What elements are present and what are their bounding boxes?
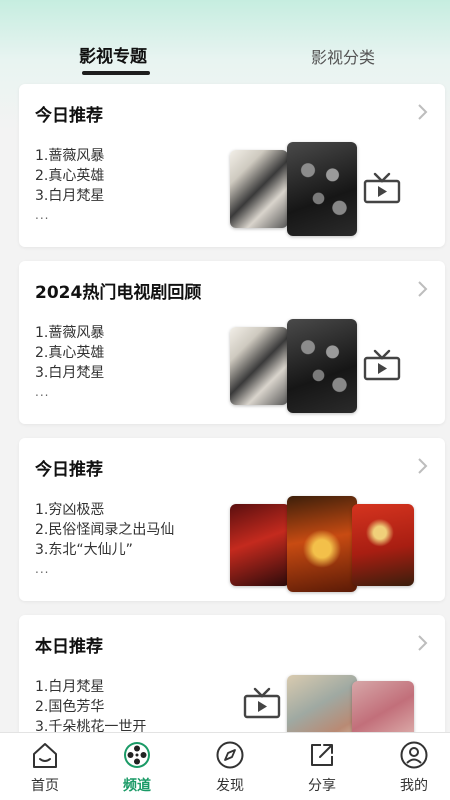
chevron-right-icon[interactable]: [415, 279, 431, 299]
poster-thumbnail[interactable]: [230, 504, 290, 586]
topic-card[interactable]: 今日推荐 1.蔷薇风暴 2.真心英雄 3.白月梵星 ...: [19, 84, 445, 247]
nav-label: 频道: [123, 778, 151, 794]
nav-item-discover[interactable]: 发现: [190, 733, 270, 800]
card-item-list: 1.蔷薇风暴 2.真心英雄 3.白月梵星 ...: [35, 323, 104, 401]
tv-icon: [363, 172, 401, 204]
share-icon: [311, 744, 333, 766]
card-item-list: 1.穷凶极恶 2.民俗怪闻录之出马仙 3.东北“大仙儿” ...: [35, 500, 174, 578]
profile-icon: [400, 741, 428, 769]
topic-card[interactable]: 2024热门电视剧回顾 1.蔷薇风暴 2.真心英雄 3.白月梵星 ...: [19, 261, 445, 424]
compass-icon: [216, 741, 244, 769]
list-item[interactable]: 1.蔷薇风暴: [35, 146, 104, 166]
tv-icon: [243, 687, 281, 719]
card-item-list: 1.蔷薇风暴 2.真心英雄 3.白月梵星 ...: [35, 146, 104, 224]
home-icon: [33, 743, 57, 768]
active-tab-indicator: [82, 71, 150, 75]
poster-thumbnail[interactable]: [287, 319, 357, 413]
nav-label: 分享: [308, 778, 336, 794]
poster-thumbnail[interactable]: [230, 150, 288, 228]
tab-video-categories[interactable]: 影视分类: [311, 44, 375, 68]
list-item[interactable]: 3.白月梵星: [35, 363, 104, 383]
nav-label: 我的: [400, 778, 428, 794]
tv-icon: [363, 349, 401, 381]
list-item[interactable]: 3.东北“大仙儿”: [35, 540, 174, 560]
more-ellipsis: ...: [35, 208, 50, 222]
list-item[interactable]: 2.真心英雄: [35, 166, 104, 186]
card-title: 今日推荐: [35, 460, 103, 480]
nav-label: 发现: [216, 778, 244, 794]
chevron-right-icon[interactable]: [415, 102, 431, 122]
film-reel-icon: [124, 742, 150, 768]
poster-thumbnail[interactable]: [287, 142, 357, 236]
more-ellipsis: ...: [35, 562, 50, 576]
nav-item-profile[interactable]: 我的: [374, 733, 450, 800]
top-tab-bar: 影视专题 影视分类: [0, 0, 450, 82]
list-item[interactable]: 1.穷凶极恶: [35, 500, 174, 520]
bottom-navigation: 首页 频道 发现 分享 我的: [0, 732, 450, 800]
chevron-right-icon[interactable]: [415, 633, 431, 653]
card-item-list: 1.白月梵星 2.国色芳华 3.千朵桃花一世开: [35, 677, 146, 737]
topic-card[interactable]: 今日推荐 1.穷凶极恶 2.民俗怪闻录之出马仙 3.东北“大仙儿” ...: [19, 438, 445, 601]
list-item[interactable]: 2.民俗怪闻录之出马仙: [35, 520, 174, 540]
card-title: 2024热门电视剧回顾: [35, 283, 202, 303]
list-item[interactable]: 1.白月梵星: [35, 677, 146, 697]
chevron-right-icon[interactable]: [415, 456, 431, 476]
list-item[interactable]: 2.国色芳华: [35, 697, 146, 717]
nav-label: 首页: [31, 778, 59, 794]
poster-thumbnail[interactable]: [230, 327, 288, 405]
list-item[interactable]: 1.蔷薇风暴: [35, 323, 104, 343]
poster-thumbnail[interactable]: [352, 504, 414, 586]
tab-video-topics[interactable]: 影视专题: [79, 42, 147, 67]
nav-item-share[interactable]: 分享: [282, 733, 362, 800]
card-title: 今日推荐: [35, 106, 103, 126]
nav-item-channel[interactable]: 频道: [97, 733, 177, 800]
list-item[interactable]: 3.白月梵星: [35, 186, 104, 206]
more-ellipsis: ...: [35, 385, 50, 399]
poster-thumbnail[interactable]: [287, 496, 357, 592]
list-item[interactable]: 2.真心英雄: [35, 343, 104, 363]
card-title: 本日推荐: [35, 637, 103, 657]
nav-item-home[interactable]: 首页: [5, 733, 85, 800]
